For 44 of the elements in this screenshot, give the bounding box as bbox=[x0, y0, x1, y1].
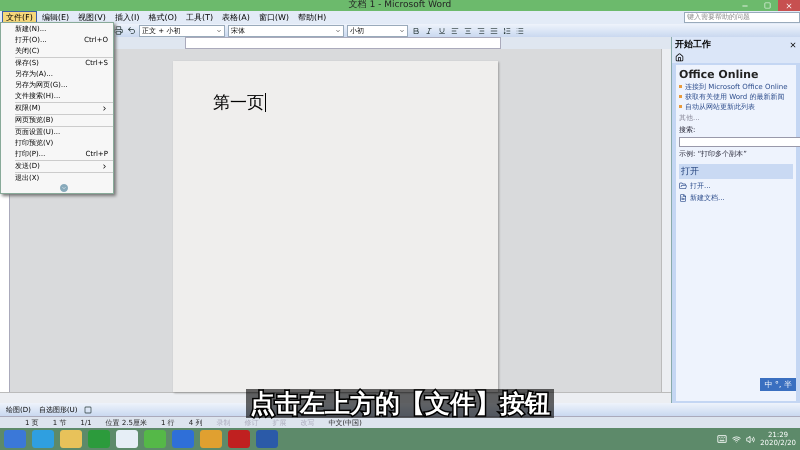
italic-icon[interactable] bbox=[424, 26, 434, 36]
start-button[interactable] bbox=[4, 430, 26, 448]
close-icon bbox=[785, 2, 793, 10]
caret-icon bbox=[335, 28, 341, 34]
ime-indicator[interactable]: 中 °, 半 bbox=[760, 378, 796, 391]
keyboard-icon[interactable] bbox=[717, 434, 728, 444]
network-icon[interactable] bbox=[732, 434, 742, 444]
align-right-icon[interactable] bbox=[476, 26, 486, 36]
undo-icon[interactable] bbox=[126, 26, 136, 36]
menu-item[interactable]: 插入(I) bbox=[110, 10, 144, 24]
menu-item[interactable]: 工具(T) bbox=[182, 10, 218, 24]
expand-button[interactable] bbox=[60, 184, 68, 192]
section-heading: 打开 bbox=[679, 164, 793, 179]
home-icon[interactable] bbox=[675, 53, 684, 62]
numbered-list-icon[interactable] bbox=[502, 26, 512, 36]
task-pane-title: 开始工作 bbox=[675, 38, 712, 51]
document-icon bbox=[679, 194, 687, 202]
menu-item[interactable]: 窗口(W) bbox=[254, 10, 294, 24]
close-button[interactable] bbox=[778, 0, 800, 11]
print-icon[interactable] bbox=[113, 26, 123, 36]
document-text: 第一页 bbox=[213, 93, 266, 112]
bullet-icon bbox=[679, 105, 682, 108]
close-icon[interactable] bbox=[789, 40, 797, 48]
volume-icon[interactable] bbox=[746, 434, 756, 444]
menu-item[interactable]: 格式(O) bbox=[144, 10, 182, 24]
align-left-icon[interactable] bbox=[450, 26, 460, 36]
bold-icon[interactable] bbox=[411, 26, 421, 36]
menu-item[interactable]: 编辑(E) bbox=[38, 10, 74, 24]
align-center-icon[interactable] bbox=[463, 26, 473, 36]
brand-logo-text: Office Online bbox=[679, 68, 760, 81]
underline-icon[interactable] bbox=[437, 26, 447, 36]
rectangle-icon[interactable] bbox=[83, 404, 94, 414]
bullet-icon bbox=[679, 95, 682, 98]
bullet-icon bbox=[679, 85, 682, 88]
caret-icon bbox=[216, 28, 222, 34]
menu-item[interactable]: 视图(V) bbox=[74, 10, 110, 24]
menu-item[interactable]: 表格(A) bbox=[218, 10, 254, 24]
menu-item[interactable]: 帮助(H) bbox=[294, 10, 330, 24]
maximize-icon bbox=[764, 2, 770, 9]
vertical-scrollbar[interactable] bbox=[661, 49, 671, 392]
caret-icon bbox=[399, 28, 405, 34]
justify-icon[interactable] bbox=[489, 26, 499, 36]
chevron-icon bbox=[61, 185, 67, 191]
subtitle-caption: 点击左上方的【文件】按钮 bbox=[246, 389, 554, 418]
